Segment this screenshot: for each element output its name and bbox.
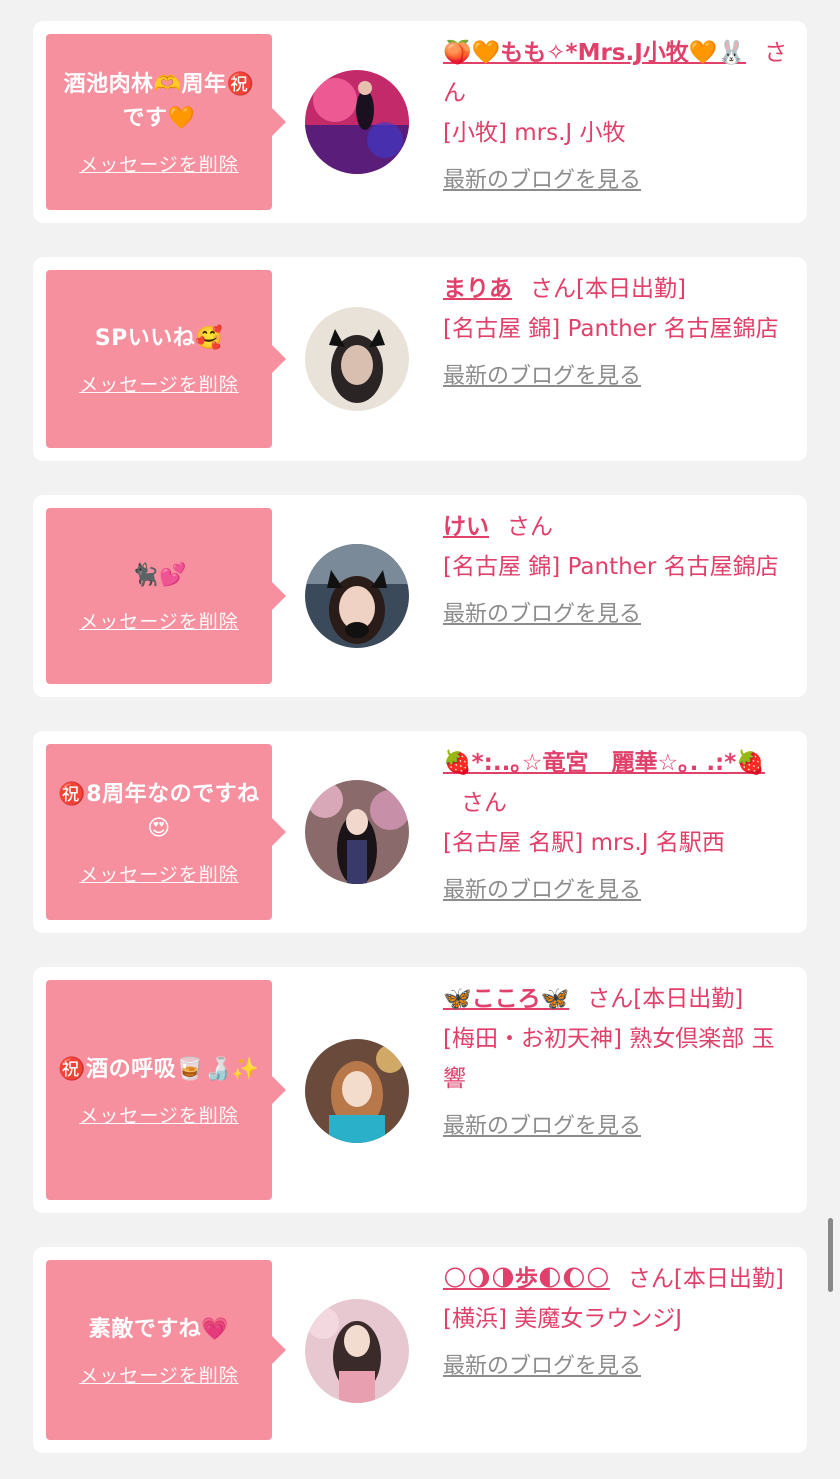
girl-name-link[interactable]: けい: [443, 514, 489, 540]
message-card: 酒池肉林🫶周年㊗️です🧡 メッセージを削除 🍑🧡もも✧*Mrs.J小牧🧡🐰 さん …: [33, 21, 807, 223]
girl-info: 🍓*:..｡☆竜宮 麗華☆｡. .:*🍓 さん [名古屋 名駅] mrs.J 名駅…: [443, 743, 793, 911]
shop-info: [名古屋 名駅] mrs.J 名駅西: [443, 830, 725, 856]
delete-message-link[interactable]: メッセージを削除: [79, 607, 239, 634]
shop-info: [名古屋 錦] Panther 名古屋錦店: [443, 316, 779, 342]
scrollbar[interactable]: [828, 1218, 833, 1292]
message-bubble: ㊗️酒の呼吸🥃🍶✨ メッセージを削除: [46, 980, 286, 1200]
avatar[interactable]: [305, 70, 409, 174]
message-text: 酒池肉林🫶周年㊗️です🧡: [63, 71, 255, 131]
message-text: SPいいね🥰: [94, 325, 224, 351]
work-status: [本日出勤]: [576, 276, 686, 302]
delete-message-link[interactable]: メッセージを削除: [79, 1101, 239, 1128]
girl-info: 🌕🌖🌗歩🌓🌔🌕 さん[本日出勤] [横浜] 美魔女ラウンジJ 最新のブログを見る: [443, 1259, 793, 1387]
shop-info: [名古屋 錦] Panther 名古屋錦店: [443, 554, 779, 580]
girl-info: けい さん [名古屋 錦] Panther 名古屋錦店 最新のブログを見る: [443, 507, 793, 635]
girl-name-link[interactable]: 🌕🌖🌗歩🌓🌔🌕: [443, 1266, 610, 1292]
message-card: ㊗️8周年なのですね😍 メッセージを削除 🍓*:..｡☆竜宮 麗華☆｡. .:*…: [33, 731, 807, 933]
view-blog-link[interactable]: 最新のブログを見る: [443, 1107, 641, 1147]
girl-name-link[interactable]: 🦋こころ🦋: [443, 986, 569, 1012]
delete-message-link[interactable]: メッセージを削除: [79, 370, 239, 397]
work-status: [本日出勤]: [673, 1266, 784, 1292]
honorific: さん: [587, 986, 634, 1012]
message-card: ㊗️酒の呼吸🥃🍶✨ メッセージを削除 🦋こころ🦋 さん[本日出勤] [梅田・お初天…: [33, 967, 807, 1213]
message-text: 🐈‍⬛💕: [131, 562, 187, 588]
message-bubble: 酒池肉林🫶周年㊗️です🧡 メッセージを削除: [46, 34, 286, 210]
girl-info: 🦋こころ🦋 さん[本日出勤] [梅田・お初天神] 熟女倶楽部 玉響 最新のブログを…: [443, 979, 793, 1147]
view-blog-link[interactable]: 最新のブログを見る: [443, 595, 641, 635]
view-blog-link[interactable]: 最新のブログを見る: [443, 871, 641, 911]
honorific: さん: [627, 1266, 674, 1292]
girl-name-link[interactable]: まりあ: [443, 276, 512, 302]
girl-info: まりあ さん[本日出勤] [名古屋 錦] Panther 名古屋錦店 最新のブログ…: [443, 269, 793, 397]
girl-info: 🍑🧡もも✧*Mrs.J小牧🧡🐰 さん [小牧] mrs.J 小牧 最新のブログを見…: [443, 33, 793, 201]
view-blog-link[interactable]: 最新のブログを見る: [443, 161, 641, 201]
view-blog-link[interactable]: 最新のブログを見る: [443, 357, 641, 397]
avatar[interactable]: [305, 780, 409, 884]
honorific: さん: [507, 514, 553, 540]
view-blog-link[interactable]: 最新のブログを見る: [443, 1347, 641, 1387]
message-card: 🐈‍⬛💕 メッセージを削除 けい さん [名古屋 錦] Panther 名古屋錦店…: [33, 495, 807, 697]
delete-message-link[interactable]: メッセージを削除: [79, 150, 239, 177]
shop-info: [梅田・お初天神] 熟女倶楽部 玉響: [443, 1026, 775, 1092]
avatar[interactable]: [305, 307, 409, 411]
shop-info: [小牧] mrs.J 小牧: [443, 120, 626, 146]
honorific: さん: [530, 276, 576, 302]
message-text: 素敵ですね💗: [88, 1316, 230, 1342]
message-card: 素敵ですね💗 メッセージを削除 🌕🌖🌗歩🌓🌔🌕 さん[本日出勤] [横浜] 美魔女…: [33, 1247, 807, 1453]
girl-name-link[interactable]: 🍓*:..｡☆竜宮 麗華☆｡. .:*🍓: [443, 750, 765, 776]
message-text: ㊗️酒の呼吸🥃🍶✨: [58, 1056, 260, 1082]
message-card: SPいいね🥰 メッセージを削除 まりあ さん[本日出勤] [名古屋 錦] Pant…: [33, 257, 807, 461]
honorific: さん: [461, 790, 507, 816]
delete-message-link[interactable]: メッセージを削除: [79, 860, 239, 887]
girl-name-link[interactable]: 🍑🧡もも✧*Mrs.J小牧🧡🐰: [443, 40, 746, 66]
message-bubble: ㊗️8周年なのですね😍 メッセージを削除: [46, 744, 286, 920]
avatar[interactable]: [305, 1299, 409, 1403]
shop-info: [横浜] 美魔女ラウンジJ: [443, 1306, 683, 1332]
work-status: [本日出勤]: [633, 986, 744, 1012]
message-bubble: SPいいね🥰 メッセージを削除: [46, 270, 286, 448]
message-bubble: 🐈‍⬛💕 メッセージを削除: [46, 508, 286, 684]
avatar[interactable]: [305, 544, 409, 648]
avatar[interactable]: [305, 1039, 409, 1143]
message-text: ㊗️8周年なのですね😍: [58, 781, 260, 841]
message-bubble: 素敵ですね💗 メッセージを削除: [46, 1260, 286, 1440]
delete-message-link[interactable]: メッセージを削除: [79, 1361, 239, 1388]
